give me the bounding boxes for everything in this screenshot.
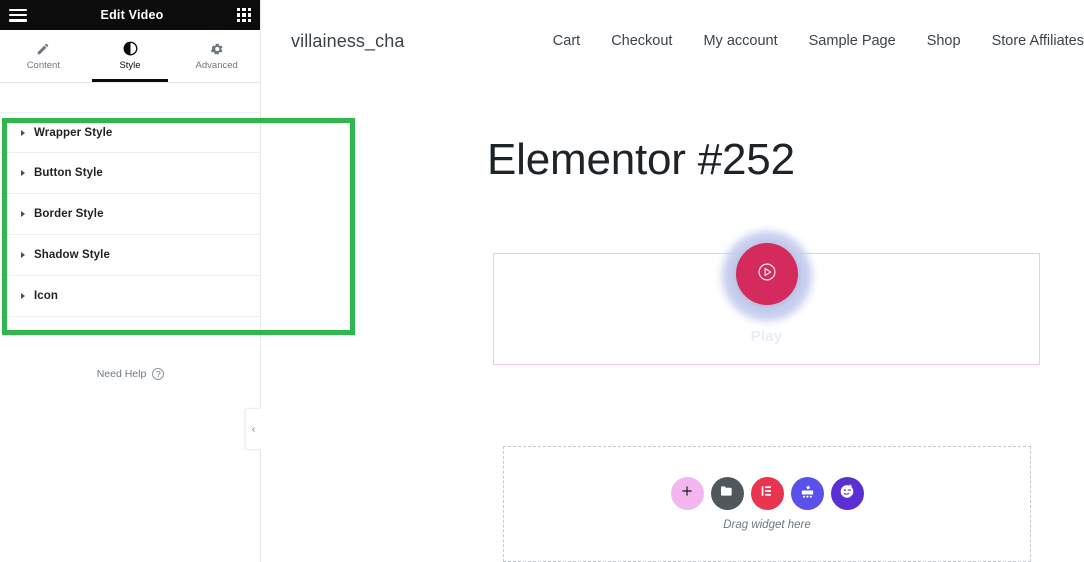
section-label: Shadow Style	[34, 249, 110, 261]
site-nav: Cart Checkout My account Sample Page Sho…	[553, 33, 1084, 49]
hamburger-menu-icon[interactable]	[9, 8, 27, 22]
style-sections-accordion: Wrapper Style Button Style Border Style …	[0, 112, 260, 317]
dropzone-actions	[670, 477, 864, 510]
caret-right-icon	[21, 129, 25, 136]
elementor-editor-panel: Edit Video Content Style Advanced Wrappe…	[0, 0, 261, 562]
need-help-link[interactable]: Need Help ?	[0, 368, 261, 380]
half-circle-contrast-icon	[123, 41, 138, 56]
question-circle-icon: ?	[152, 368, 165, 380]
video-widget[interactable]: Play	[493, 231, 1040, 365]
winking-face-icon	[838, 482, 856, 505]
panel-tabs: Content Style Advanced	[0, 30, 260, 83]
need-help-label: Need Help	[96, 368, 147, 380]
section-label: Icon	[34, 290, 59, 302]
pencil-icon	[36, 41, 50, 56]
tab-content-label: Content	[26, 60, 60, 72]
add-widget-button[interactable]	[670, 477, 704, 510]
page-title: Elementor #252	[487, 135, 795, 184]
caret-right-icon	[21, 293, 25, 299]
caret-right-icon	[21, 252, 25, 258]
caret-right-icon	[21, 211, 25, 217]
ai-robot-icon	[799, 483, 816, 505]
tab-style[interactable]: Style	[87, 30, 174, 82]
section-icon[interactable]: Icon	[0, 276, 260, 317]
nav-item-cart[interactable]: Cart	[553, 33, 580, 49]
elementor-e-icon	[759, 483, 775, 504]
widgets-grid-icon[interactable]	[237, 8, 251, 22]
section-border-style[interactable]: Border Style	[0, 194, 260, 235]
section-label: Button Style	[34, 167, 103, 179]
elementor-logo-button[interactable]	[750, 477, 784, 510]
site-title: villainess_cha	[291, 30, 405, 51]
dropzone-hint: Drag widget here	[723, 519, 811, 531]
add-template-button[interactable]	[710, 477, 744, 510]
nav-item-checkout[interactable]: Checkout	[611, 33, 672, 49]
caret-right-icon	[21, 170, 25, 176]
folder-icon	[719, 483, 735, 504]
nav-item-sample-page[interactable]: Sample Page	[809, 33, 896, 49]
play-circle-icon	[756, 261, 778, 288]
section-label: Wrapper Style	[34, 126, 113, 139]
section-wrapper-style[interactable]: Wrapper Style	[0, 112, 260, 153]
tab-style-label: Style	[119, 60, 141, 72]
site-preview: villainess_cha Cart Checkout My account …	[261, 0, 1084, 562]
panel-header: Edit Video	[0, 0, 260, 30]
nav-item-store-affiliates[interactable]: Store Affiliates	[992, 33, 1084, 49]
ai-avatar-button[interactable]	[830, 477, 864, 510]
section-label: Border Style	[34, 208, 104, 220]
ai-builder-button[interactable]	[790, 477, 824, 510]
site-header: villainess_cha Cart Checkout My account …	[261, 0, 1084, 82]
nav-item-shop[interactable]: Shop	[927, 33, 961, 49]
play-button-circle[interactable]	[735, 243, 798, 305]
play-button-label: Play	[750, 328, 783, 345]
panel-title: Edit Video	[100, 8, 164, 22]
tab-content[interactable]: Content	[0, 30, 87, 82]
screen: Edit Video Content Style Advanced Wrappe…	[0, 0, 1084, 562]
tab-advanced[interactable]: Advanced	[173, 30, 260, 82]
tab-advanced-label: Advanced	[195, 60, 238, 72]
plus-icon	[680, 484, 694, 503]
play-button[interactable]	[717, 226, 817, 326]
collapse-panel-chevron-left-icon[interactable]: ‹	[245, 408, 261, 450]
gear-icon	[210, 41, 224, 56]
section-shadow-style[interactable]: Shadow Style	[0, 235, 260, 276]
panel-body: Wrapper Style Button Style Border Style …	[0, 112, 261, 450]
section-button-style[interactable]: Button Style	[0, 153, 260, 194]
nav-item-my-account[interactable]: My account	[703, 33, 777, 49]
widget-dropzone[interactable]: Drag widget here	[503, 446, 1031, 562]
